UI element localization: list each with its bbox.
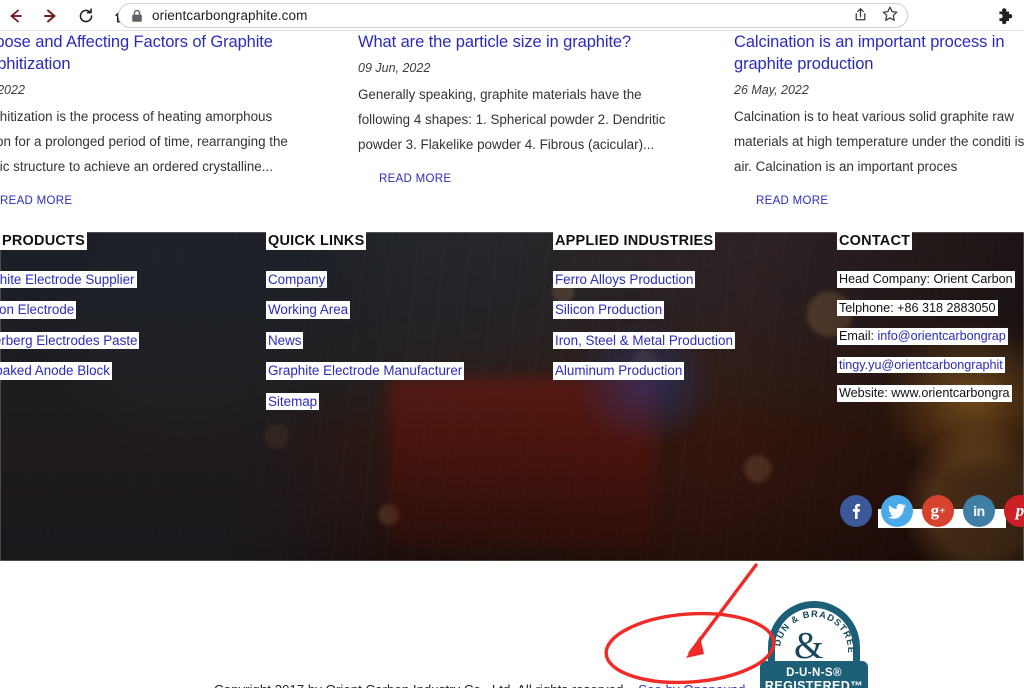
contact-email2-row: tingy.yu@orientcarbongraphit: [837, 356, 1005, 374]
list-item: Carbon Electrode: [0, 301, 238, 319]
list-item: Email: info@orientcarbongrap: [837, 328, 1024, 345]
bookmark-star-icon[interactable]: [881, 5, 899, 28]
duns-plate-line2: REGISTERED™: [764, 679, 864, 688]
copyright-label: Copyright 2017 by Orient Carbon Industry…: [214, 682, 627, 688]
duns-registered-badge[interactable]: DUN & BRADSTREET & D-U-N-S® REGISTERED™: [760, 601, 868, 688]
social-links-row: g+ in p: [840, 495, 1024, 527]
footer-column-products: PRODUCTS Graphite Electrode Supplier Car…: [0, 232, 238, 393]
footer-link[interactable]: News: [266, 331, 304, 350]
contact-email-label: Email:: [839, 329, 878, 344]
reload-button[interactable]: [72, 2, 100, 30]
google-plus-icon[interactable]: g+: [922, 495, 954, 527]
news-title-link[interactable]: Calcination is an important process in g…: [734, 33, 1005, 73]
linkedin-icon[interactable]: in: [963, 495, 995, 527]
contact-email-row: Email: info@orientcarbongrap: [837, 328, 1008, 345]
list-item: News: [266, 331, 536, 350]
footer-content: PRODUCTS Graphite Electrode Supplier Car…: [0, 232, 1024, 561]
extensions-button[interactable]: [994, 4, 1018, 28]
seo-by-onepound-link[interactable]: Seo by Onepound: [638, 682, 745, 688]
footer-column-quick-links: QUICK LINKS Company Working Area News Gr…: [266, 232, 536, 423]
contact-telephone: Telphone: +86 318 2883050: [837, 299, 998, 317]
puzzle-piece-icon: [998, 7, 1012, 24]
facebook-icon[interactable]: [840, 495, 872, 527]
footer-heading-quick-links: QUICK LINKS: [266, 232, 367, 250]
footer-links-quick: Company Working Area News Graphite Elect…: [266, 271, 536, 411]
copyright-text: Copyright 2017 by Orient Carbon Industry…: [214, 682, 745, 688]
list-item: Iron, Steel & Metal Production: [553, 331, 833, 350]
read-more-link[interactable]: READ MORE: [379, 173, 451, 185]
contact-website: Website: www.orientcarbongra: [837, 385, 1012, 402]
footer-heading-products: PRODUCTS: [0, 232, 87, 250]
news-excerpt: Calcination is to heat various solid gra…: [734, 109, 1024, 174]
back-button[interactable]: [2, 2, 30, 30]
reload-icon: [79, 7, 93, 22]
twitter-icon[interactable]: [881, 495, 913, 527]
contact-email-link[interactable]: info@orientcarbongrap: [878, 329, 1006, 343]
forward-arrow-icon: [44, 9, 56, 22]
duns-plate: D-U-N-S® REGISTERED™: [760, 661, 868, 688]
footer-link[interactable]: Graphite Electrode Supplier: [0, 271, 137, 289]
browser-toolbar: orientcarbongraphite.com: [0, 0, 1024, 31]
list-item: Working Area: [266, 301, 536, 319]
news-date: 09 Jun, 2022: [358, 61, 431, 75]
news-excerpt: Graphitization is the process of heating…: [0, 109, 288, 174]
news-excerpt: Generally speaking, graphite materials h…: [358, 87, 666, 152]
list-item: Aluminum Production: [553, 362, 833, 380]
footer-link[interactable]: Silicon Production: [553, 301, 665, 319]
news-card: Calcination is an important process in g…: [734, 31, 1024, 209]
footer-link[interactable]: Soderberg Electrodes Paste: [0, 331, 140, 350]
footer-link[interactable]: Company: [266, 271, 328, 289]
news-title-link[interactable]: Purpose and Affecting Factors of Graphit…: [0, 33, 273, 73]
list-item: Company: [266, 271, 536, 289]
share-icon[interactable]: [852, 6, 869, 28]
footer-column-applied-industries: APPLIED INDUSTRIES Ferro Alloys Producti…: [553, 232, 833, 393]
list-item: tingy.yu@orientcarbongraphit: [837, 356, 1024, 374]
read-more-link[interactable]: READ MORE: [0, 195, 72, 207]
contact-company: Head Company: Orient Carbon: [837, 271, 1015, 288]
footer-column-contact: CONTACT Head Company: Orient Carbon Telp…: [837, 232, 1024, 414]
pinterest-icon[interactable]: p: [1004, 495, 1024, 527]
footer-contact-list: Head Company: Orient Carbon Telphone: +8…: [837, 271, 1024, 402]
list-item: Website: www.orientcarbongra: [837, 385, 1024, 402]
footer-link[interactable]: Pre-baked Anode Block: [0, 362, 112, 380]
footer-heading-applied-industries: APPLIED INDUSTRIES: [553, 232, 716, 250]
list-item: Graphite Electrode Supplier: [0, 271, 238, 289]
duns-ampersand: &: [794, 625, 824, 667]
news-date: 26 May, 2022: [734, 83, 809, 97]
back-arrow-icon: [10, 9, 22, 22]
list-item: Silicon Production: [553, 301, 833, 319]
list-item: Head Company: Orient Carbon: [837, 271, 1024, 288]
footer-links-industries: Ferro Alloys Production Silicon Producti…: [553, 271, 833, 380]
footer-link[interactable]: Aluminum Production: [553, 362, 685, 380]
footer-heading-contact: CONTACT: [837, 232, 913, 250]
site-footer: PRODUCTS Graphite Electrode Supplier Car…: [0, 232, 1024, 561]
list-item: Telphone: +86 318 2883050: [837, 299, 1024, 317]
list-item: Sitemap: [266, 392, 536, 411]
news-title-link[interactable]: What are the particle size in graphite?: [358, 33, 631, 51]
list-item: Graphite Electrode Manufacturer: [266, 362, 536, 380]
footer-link[interactable]: Ferro Alloys Production: [553, 271, 696, 289]
list-item: Soderberg Electrodes Paste: [0, 331, 238, 350]
footer-link[interactable]: Carbon Electrode: [0, 301, 77, 319]
list-item: Ferro Alloys Production: [553, 271, 833, 289]
list-item: Pre-baked Anode Block: [0, 362, 238, 380]
address-bar-url: orientcarbongraphite.com: [152, 8, 308, 23]
news-card: What are the particle size in graphite? …: [358, 31, 688, 187]
forward-button[interactable]: [36, 2, 64, 30]
news-card: Purpose and Affecting Factors of Graphit…: [0, 31, 310, 209]
read-more-link[interactable]: READ MORE: [756, 195, 828, 207]
duns-plate-line1: D-U-N-S®: [786, 667, 842, 679]
news-date: Jun, 2022: [0, 83, 25, 97]
footer-link[interactable]: Graphite Electrode Manufacturer: [266, 362, 465, 380]
footer-link[interactable]: Working Area: [266, 301, 351, 319]
footer-link[interactable]: Iron, Steel & Metal Production: [553, 331, 735, 350]
page-viewport: Purpose and Affecting Factors of Graphit…: [0, 31, 1024, 688]
footer-link[interactable]: Sitemap: [266, 392, 320, 411]
lock-icon: [131, 9, 143, 23]
footer-links-products: Graphite Electrode Supplier Carbon Elect…: [0, 271, 238, 380]
bottom-bar: Copyright 2017 by Orient Carbon Industry…: [0, 561, 1024, 688]
news-strip: Purpose and Affecting Factors of Graphit…: [0, 31, 1024, 231]
contact-email-link-2[interactable]: tingy.yu@orientcarbongraphit: [839, 358, 1003, 372]
address-bar[interactable]: orientcarbongraphite.com: [118, 3, 908, 28]
